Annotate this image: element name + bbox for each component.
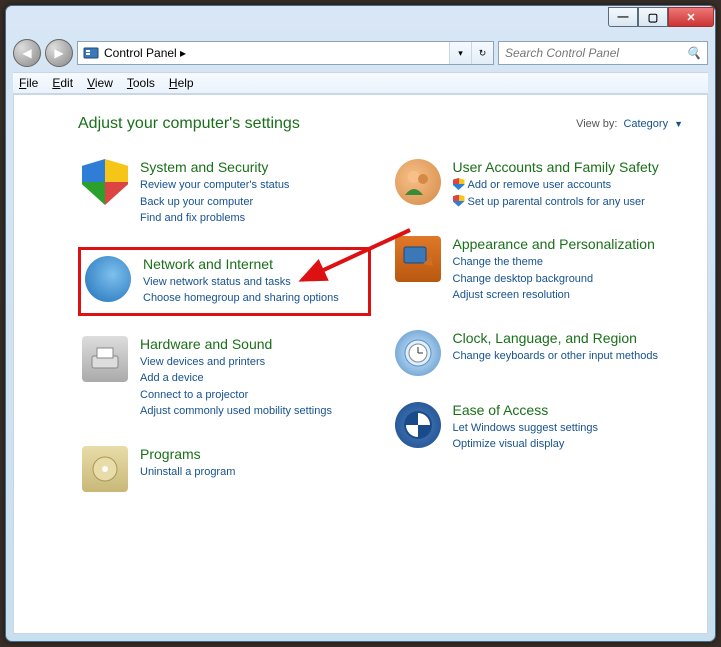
menu-view[interactable]: View <box>87 76 113 90</box>
link-review-status[interactable]: Review your computer's status <box>140 177 367 194</box>
link-desktop-bg[interactable]: Change desktop background <box>453 271 680 288</box>
view-by-value[interactable]: Category <box>623 118 668 130</box>
link-add-remove-users[interactable]: Add or remove user accounts <box>453 177 680 194</box>
search-placeholder: Search Control Panel <box>505 46 686 60</box>
category-body: Appearance and Personalization Change th… <box>453 236 680 304</box>
page-title: Adjust your computer's settings <box>78 115 300 133</box>
category-body: Network and Internet View network status… <box>143 256 364 307</box>
link-projector[interactable]: Connect to a projector <box>140 387 367 404</box>
breadcrumb[interactable]: Control Panel ▸ <box>104 46 449 60</box>
address-dropdown[interactable]: ▾ <box>449 42 471 64</box>
ease-icon <box>395 402 441 448</box>
link-network-status[interactable]: View network status and tasks <box>143 274 364 291</box>
category-title[interactable]: Programs <box>140 446 367 462</box>
category-ease-of-access[interactable]: Ease of Access Let Windows suggest setti… <box>391 396 684 459</box>
category-title[interactable]: Appearance and Personalization <box>453 236 680 252</box>
menu-help[interactable]: Help <box>169 76 194 90</box>
link-keyboards[interactable]: Change keyboards or other input methods <box>453 348 680 365</box>
menu-edit[interactable]: Edit <box>52 76 73 90</box>
category-appearance[interactable]: Appearance and Personalization Change th… <box>391 230 684 310</box>
link-add-device[interactable]: Add a device <box>140 370 367 387</box>
close-button[interactable]: ✕ <box>668 7 714 27</box>
right-column: User Accounts and Family Safety Add or r… <box>391 153 684 498</box>
category-body: System and Security Review your computer… <box>140 159 367 227</box>
content-area: Adjust your computer's settings View by:… <box>13 94 708 634</box>
category-title[interactable]: Ease of Access <box>453 402 680 418</box>
view-by[interactable]: View by: Category ▼ <box>576 118 683 130</box>
box-icon <box>82 446 128 492</box>
link-change-theme[interactable]: Change the theme <box>453 254 680 271</box>
menubar: File Edit View Tools Help <box>13 72 708 94</box>
category-title[interactable]: System and Security <box>140 159 367 175</box>
category-body: Ease of Access Let Windows suggest setti… <box>453 402 680 453</box>
category-network-internet[interactable]: Network and Internet View network status… <box>78 247 371 316</box>
maximize-button[interactable]: ▢ <box>638 7 668 27</box>
monitor-icon <box>395 236 441 282</box>
left-column: System and Security Review your computer… <box>78 153 371 498</box>
link-mobility[interactable]: Adjust commonly used mobility settings <box>140 403 367 420</box>
refresh-button[interactable]: ↻ <box>471 42 493 64</box>
people-icon <box>395 159 441 205</box>
forward-button[interactable]: ▶ <box>45 39 73 67</box>
link-backup[interactable]: Back up your computer <box>140 194 367 211</box>
category-columns: System and Security Review your computer… <box>78 153 683 498</box>
category-title[interactable]: Clock, Language, and Region <box>453 330 680 346</box>
category-programs[interactable]: Programs Uninstall a program <box>78 440 371 498</box>
address-bar[interactable]: Control Panel ▸ ▾ ↻ <box>77 41 494 65</box>
category-clock-language-region[interactable]: Clock, Language, and Region Change keybo… <box>391 324 684 382</box>
category-user-accounts[interactable]: User Accounts and Family Safety Add or r… <box>391 153 684 216</box>
category-body: User Accounts and Family Safety Add or r… <box>453 159 680 210</box>
search-icon[interactable]: 🔍 <box>686 46 701 60</box>
link-uninstall[interactable]: Uninstall a program <box>140 464 367 481</box>
menu-file[interactable]: File <box>19 76 38 90</box>
category-title[interactable]: Hardware and Sound <box>140 336 367 352</box>
link-parental-controls[interactable]: Set up parental controls for any user <box>453 194 680 211</box>
category-body: Clock, Language, and Region Change keybo… <box>453 330 680 376</box>
link-suggest-settings[interactable]: Let Windows suggest settings <box>453 420 680 437</box>
search-input[interactable]: Search Control Panel 🔍 <box>498 41 708 65</box>
minimize-button[interactable]: — <box>608 7 638 27</box>
back-button[interactable]: ◀ <box>13 39 41 67</box>
category-body: Hardware and Sound View devices and prin… <box>140 336 367 420</box>
globe-icon <box>85 256 131 302</box>
category-title[interactable]: User Accounts and Family Safety <box>453 159 680 175</box>
chevron-down-icon[interactable]: ▼ <box>674 119 683 129</box>
category-hardware-sound[interactable]: Hardware and Sound View devices and prin… <box>78 330 371 426</box>
header-row: Adjust your computer's settings View by:… <box>78 115 683 133</box>
printer-icon <box>82 336 128 382</box>
link-fix-problems[interactable]: Find and fix problems <box>140 210 367 227</box>
titlebar[interactable]: — ▢ ✕ <box>6 6 715 36</box>
link-devices-printers[interactable]: View devices and printers <box>140 354 367 371</box>
navbar: ◀ ▶ Control Panel ▸ ▾ ↻ Search Control P… <box>13 36 708 70</box>
control-panel-icon <box>82 44 100 62</box>
category-system-security[interactable]: System and Security Review your computer… <box>78 153 371 233</box>
window-frame: — ▢ ✕ ◀ ▶ Control Panel ▸ ▾ ↻ Search Con… <box>5 5 716 642</box>
shield-icon <box>82 159 128 205</box>
link-optimize-display[interactable]: Optimize visual display <box>453 436 680 453</box>
window-buttons: — ▢ ✕ <box>608 7 714 27</box>
category-body: Programs Uninstall a program <box>140 446 367 492</box>
menu-tools[interactable]: Tools <box>127 76 155 90</box>
clock-globe-icon <box>395 330 441 376</box>
link-homegroup[interactable]: Choose homegroup and sharing options <box>143 290 364 307</box>
link-resolution[interactable]: Adjust screen resolution <box>453 287 680 304</box>
view-by-label: View by: <box>576 118 617 130</box>
category-title[interactable]: Network and Internet <box>143 256 364 272</box>
